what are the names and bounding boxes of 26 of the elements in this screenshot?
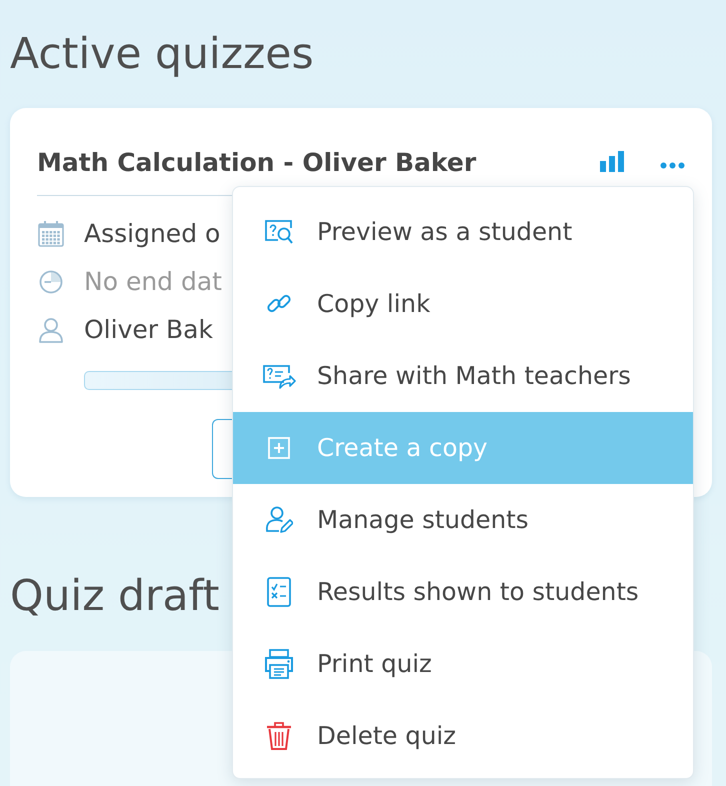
card-button[interactable]: [212, 418, 233, 478]
menu-item[interactable]: Results shown to students: [233, 556, 693, 628]
share-icon: [262, 363, 296, 389]
menu-item[interactable]: Manage students: [233, 484, 693, 556]
menu-item[interactable]: Print quiz: [233, 628, 693, 700]
section-heading: Active quizzes: [10, 29, 314, 76]
clock-icon: [38, 268, 64, 294]
person-pencil-icon: [265, 506, 293, 534]
detail-text: Assigned o: [84, 218, 220, 248]
detail-text: No end dat: [84, 266, 222, 296]
person-icon: [38, 316, 64, 342]
plus-square-icon: [268, 437, 290, 459]
section-heading: Quiz draft: [10, 576, 220, 618]
menu-item[interactable]: Preview as a student: [233, 196, 693, 268]
menu-item[interactable]: Delete quiz: [233, 700, 693, 772]
preview-icon: [264, 219, 294, 245]
bar-chart-icon[interactable]: [600, 150, 625, 172]
detail-text: Oliver Bak: [84, 314, 213, 344]
checklist-icon: [267, 577, 291, 607]
trash-icon: [266, 722, 292, 750]
printer-icon: [264, 649, 294, 679]
menu-item[interactable]: Copy link: [233, 268, 693, 340]
calendar-icon: [38, 220, 64, 246]
menu-item[interactable]: Share with Math teachers: [233, 340, 693, 412]
quiz-title: Math Calculation - Oliver Baker: [37, 146, 476, 178]
more-options-icon[interactable]: [660, 162, 685, 169]
